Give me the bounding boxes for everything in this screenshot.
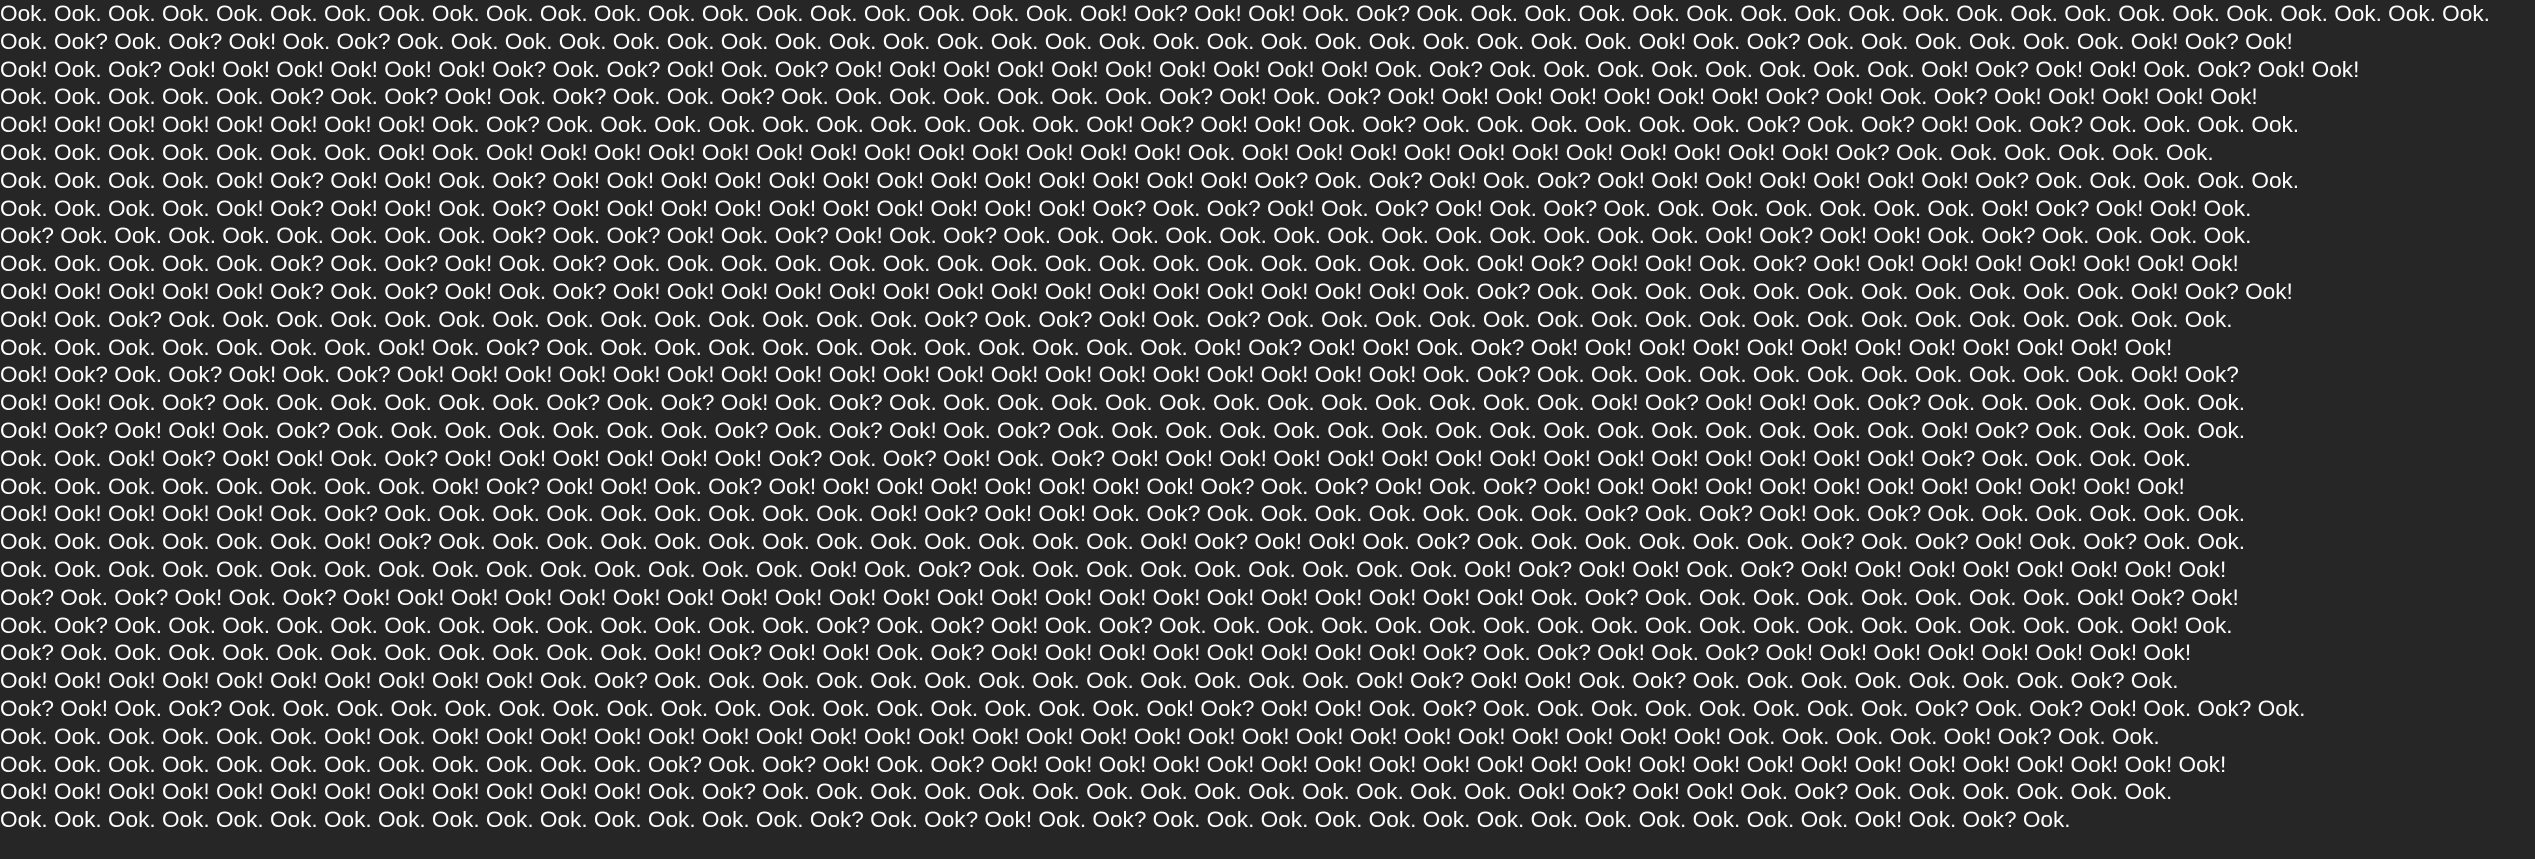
text-viewer: Ook. Ook. Ook. Ook. Ook. Ook. Ook. Ook. … [0,0,2535,859]
ook-source-text: Ook. Ook. Ook. Ook. Ook. Ook. Ook. Ook. … [0,1,2490,833]
